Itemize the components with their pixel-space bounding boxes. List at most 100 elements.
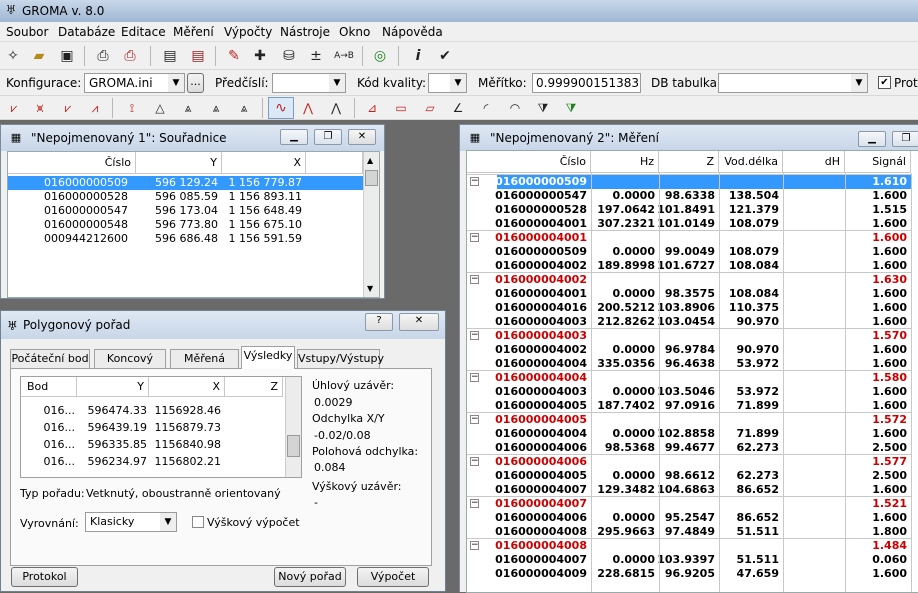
- cell-signal[interactable]: 1.600: [467, 287, 907, 301]
- cell-signal[interactable]: 1.600: [467, 567, 907, 581]
- kod-kvality-select[interactable]: ▼: [428, 73, 467, 93]
- tab-koncovy-bod[interactable]: Koncový bod: [94, 349, 166, 383]
- scroll-down-icon[interactable]: ▼: [367, 284, 373, 293]
- column-header-bod[interactable]: Bod: [21, 377, 77, 397]
- cell-signal[interactable]: 1.600: [467, 217, 907, 231]
- cell-signal[interactable]: 1.600: [467, 357, 907, 371]
- orthogonal-icon[interactable]: ⊿: [362, 98, 382, 118]
- circle-arc-icon[interactable]: ◠: [505, 98, 525, 118]
- new-file-icon[interactable]: ✧: [3, 46, 23, 66]
- info-icon[interactable]: i: [408, 46, 428, 66]
- menu-okno[interactable]: Okno: [339, 25, 370, 39]
- column-header-cislo[interactable]: Číslo: [467, 151, 591, 173]
- arc-icon[interactable]: ◜: [476, 98, 496, 118]
- cell-signal[interactable]: 1.600: [467, 343, 907, 357]
- print-icon[interactable]: ⎙: [93, 46, 113, 66]
- novy-porad-button[interactable]: Nový pořad: [274, 567, 346, 587]
- cell-signal[interactable]: 1.600: [467, 427, 907, 441]
- list-cell-y[interactable]: 596439.19: [77, 421, 148, 435]
- column-header-cislo[interactable]: Číslo: [8, 152, 136, 174]
- cell-signal[interactable]: 1.600: [467, 483, 907, 497]
- predcisli-select[interactable]: ▼: [272, 73, 346, 93]
- konfigurace-select[interactable]: GROMA.ini ▼: [84, 73, 185, 93]
- scrollbar-thumb[interactable]: [365, 170, 378, 186]
- station-signal[interactable]: 1.630: [467, 273, 907, 287]
- mixed-network-icon[interactable]: ⩓: [234, 98, 254, 118]
- print-preview-icon[interactable]: ⎙: [120, 46, 140, 66]
- list-cell-x[interactable]: 1156928.46: [149, 404, 221, 418]
- station-signal[interactable]: 1.580: [467, 371, 907, 385]
- cogo-icon[interactable]: ◎: [370, 46, 390, 66]
- column-header-y[interactable]: Y: [77, 377, 149, 397]
- network-icon[interactable]: ⩓: [206, 98, 226, 118]
- cell-signal[interactable]: 1.600: [467, 315, 907, 329]
- cell-y[interactable]: 596 173.04: [136, 204, 218, 218]
- cell-signal[interactable]: 1.600: [467, 511, 907, 525]
- cell-signal[interactable]: 1.600: [467, 245, 907, 259]
- cell-signal[interactable]: 1.515: [467, 203, 907, 217]
- cell-signal[interactable]: 1.800: [467, 525, 907, 539]
- list-cell-y[interactable]: 596474.33: [77, 404, 148, 418]
- protokol-button[interactable]: Protokol: [11, 567, 78, 587]
- add-point-icon[interactable]: ✚: [250, 46, 270, 66]
- menu-editace[interactable]: Editace: [121, 25, 166, 39]
- free-station-icon[interactable]: ⟟: [122, 98, 142, 118]
- column-header-z[interactable]: Z: [659, 151, 719, 173]
- cell-signal[interactable]: 1.600: [467, 399, 907, 413]
- column-header-x[interactable]: X: [149, 377, 225, 397]
- check-icon[interactable]: ✔: [435, 46, 455, 66]
- menu-databaze[interactable]: Databáze: [58, 25, 115, 39]
- cell-signal[interactable]: 2.500: [467, 469, 907, 483]
- column-header-dh[interactable]: dH: [783, 151, 845, 173]
- column-header-x[interactable]: X: [222, 152, 306, 174]
- tab-merena-data[interactable]: Měřená data: [170, 349, 239, 383]
- triangulation-icon[interactable]: ⧩: [561, 98, 581, 118]
- station-signal[interactable]: 1.521: [467, 497, 907, 511]
- tab-pocatecni-bod[interactable]: Počáteční bod: [10, 349, 90, 368]
- intersection-icon[interactable]: ⩗: [4, 98, 24, 118]
- column-header-vod-delka[interactable]: Vod.délka: [719, 151, 783, 173]
- database-icon[interactable]: ⛁: [279, 46, 299, 66]
- angle-icon[interactable]: ∠: [448, 98, 468, 118]
- close-icon[interactable]: ✕: [399, 313, 439, 331]
- list-cell-bod[interactable]: 016...: [21, 455, 76, 469]
- column-header-y[interactable]: Y: [136, 152, 222, 174]
- list-scrollbar[interactable]: [285, 377, 301, 477]
- browse-config-button[interactable]: ...: [187, 73, 204, 93]
- vertical-scrollbar[interactable]: ▲ ▼: [363, 152, 379, 297]
- distance-intersection-icon[interactable]: ⩘: [85, 98, 105, 118]
- cell-cislo[interactable]: 016000000547: [8, 204, 128, 218]
- scrollbar-thumb[interactable]: [287, 435, 300, 457]
- vyrovnani-select[interactable]: Klasicky ▼: [85, 512, 177, 532]
- db-tabulka-select[interactable]: ▼: [718, 73, 868, 93]
- vypocet-button[interactable]: Výpočet: [357, 567, 429, 587]
- measurements-table-icon[interactable]: ▤: [188, 46, 208, 66]
- cell-x[interactable]: 1 156 675.10: [222, 218, 302, 232]
- station-signal[interactable]: 1.610: [467, 175, 907, 189]
- list-cell-bod[interactable]: 016...: [21, 438, 76, 452]
- save-icon[interactable]: ▣: [57, 46, 77, 66]
- protokol-checkbox[interactable]: ✔: [878, 76, 891, 89]
- maximize-button[interactable]: ❐: [314, 129, 342, 145]
- cell-x[interactable]: 1 156 779.87: [222, 176, 302, 190]
- menu-vypocty[interactable]: Výpočty: [224, 25, 272, 39]
- station-signal[interactable]: 1.570: [467, 329, 907, 343]
- close-icon[interactable]: ✕: [348, 129, 376, 145]
- text-ab-icon[interactable]: A→B: [334, 46, 354, 66]
- cell-signal[interactable]: 0.060: [467, 553, 907, 567]
- cell-y[interactable]: 596 773.80: [136, 218, 218, 232]
- cell-signal[interactable]: 2.500: [467, 441, 907, 455]
- plus-minus-icon[interactable]: ±: [306, 46, 326, 66]
- cell-y[interactable]: 596 129.24: [136, 176, 218, 190]
- meritko-input[interactable]: 0.999900151383: [532, 73, 641, 93]
- filter-icon[interactable]: ⧩: [533, 98, 553, 118]
- triangle-icon[interactable]: △: [150, 98, 170, 118]
- tab-vstupy-vystupy[interactable]: Vstupy/Výstupy: [297, 349, 384, 368]
- polygon-traverse-icon[interactable]: ∿: [268, 97, 294, 119]
- cell-x[interactable]: 1 156 591.59: [222, 232, 302, 246]
- detail-points-icon[interactable]: ⋀: [298, 98, 318, 118]
- menu-nastroje[interactable]: Nástroje: [280, 25, 330, 39]
- cell-cislo[interactable]: 000944212600: [8, 232, 128, 246]
- cell-signal[interactable]: 1.600: [467, 189, 907, 203]
- minimize-button[interactable]: ▁: [858, 131, 886, 147]
